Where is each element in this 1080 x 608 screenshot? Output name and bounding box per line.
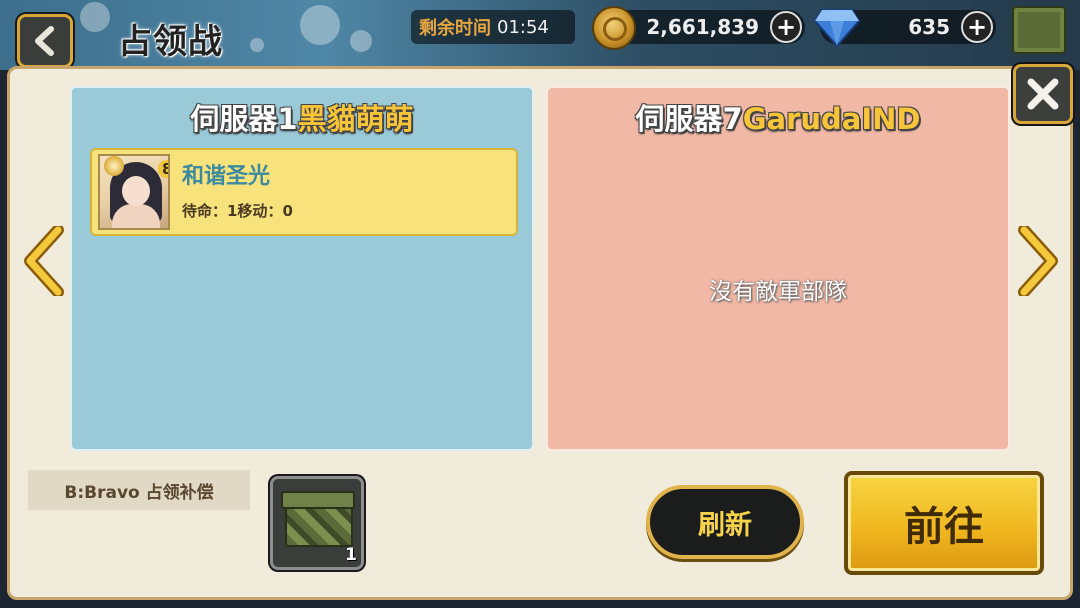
remaining-time-label: 剩余时间 bbox=[419, 18, 491, 39]
background-splash bbox=[350, 30, 372, 52]
gem-amount: 635 bbox=[908, 15, 950, 39]
diamond-icon bbox=[814, 9, 860, 48]
refresh-button[interactable]: 刷新 bbox=[646, 485, 804, 559]
coin-amount: 2,661,839 bbox=[646, 15, 759, 39]
background-splash bbox=[250, 38, 264, 52]
back-button[interactable] bbox=[17, 14, 73, 68]
next-arrow-icon[interactable] bbox=[1018, 226, 1060, 296]
occupation-reward-label: B:Bravo 占领补偿 bbox=[28, 470, 250, 510]
unit-card[interactable]: 80 和谐圣光 待命：1移动：0 bbox=[90, 148, 518, 236]
unit-status: 待命：1移动：0 bbox=[182, 202, 293, 220]
remaining-time-box: 剩余时间 01:54 bbox=[411, 10, 575, 44]
supply-crate-lid bbox=[281, 491, 355, 509]
background-splash bbox=[300, 5, 340, 45]
no-enemy-units-message: 沒有敵軍部隊 bbox=[709, 279, 847, 305]
background-splash bbox=[80, 2, 110, 32]
reward-item-count: 1 bbox=[345, 545, 357, 565]
reward-item-slot[interactable]: 1 bbox=[270, 476, 364, 570]
portrait-face bbox=[122, 176, 150, 206]
remaining-time-value: 01:54 bbox=[497, 16, 549, 38]
supply-box-icon[interactable] bbox=[1012, 6, 1066, 54]
unit-portrait: 80 bbox=[98, 154, 170, 230]
top-bar: 占领战 剩余时间 01:54 2,661,839 + 635 + bbox=[0, 0, 1080, 70]
unit-level-badge: 80 bbox=[158, 160, 168, 178]
previous-arrow-icon[interactable] bbox=[22, 226, 64, 296]
back-arrow-icon bbox=[35, 26, 54, 56]
page-title: 占领战 bbox=[118, 22, 223, 62]
add-coins-button[interactable]: + bbox=[770, 11, 802, 43]
go-button[interactable]: 前往 bbox=[844, 471, 1044, 575]
ally-server-label: 伺服器1 bbox=[190, 102, 298, 136]
enemy-server-label: 伺服器7 bbox=[635, 102, 743, 136]
ally-server-panel: 伺服器1黑貓萌萌 80 和谐圣光 待命：1移动：0 bbox=[70, 86, 534, 451]
close-button[interactable] bbox=[1013, 64, 1073, 124]
enemy-panel-title: 伺服器7GarudaIND bbox=[548, 96, 1008, 138]
enemy-player-name: GarudaIND bbox=[742, 102, 921, 136]
add-gems-button[interactable]: + bbox=[961, 11, 993, 43]
enemy-server-panel: 伺服器7GarudaIND 沒有敵軍部隊 bbox=[546, 86, 1010, 451]
ally-panel-title: 伺服器1黑貓萌萌 bbox=[72, 96, 532, 138]
ally-player-name: 黑貓萌萌 bbox=[297, 102, 414, 136]
close-icon bbox=[1027, 78, 1059, 110]
unit-name: 和谐圣光 bbox=[182, 164, 271, 189]
portrait-body bbox=[112, 204, 160, 228]
rank-medal-icon bbox=[104, 156, 124, 176]
coin-icon bbox=[592, 6, 636, 50]
